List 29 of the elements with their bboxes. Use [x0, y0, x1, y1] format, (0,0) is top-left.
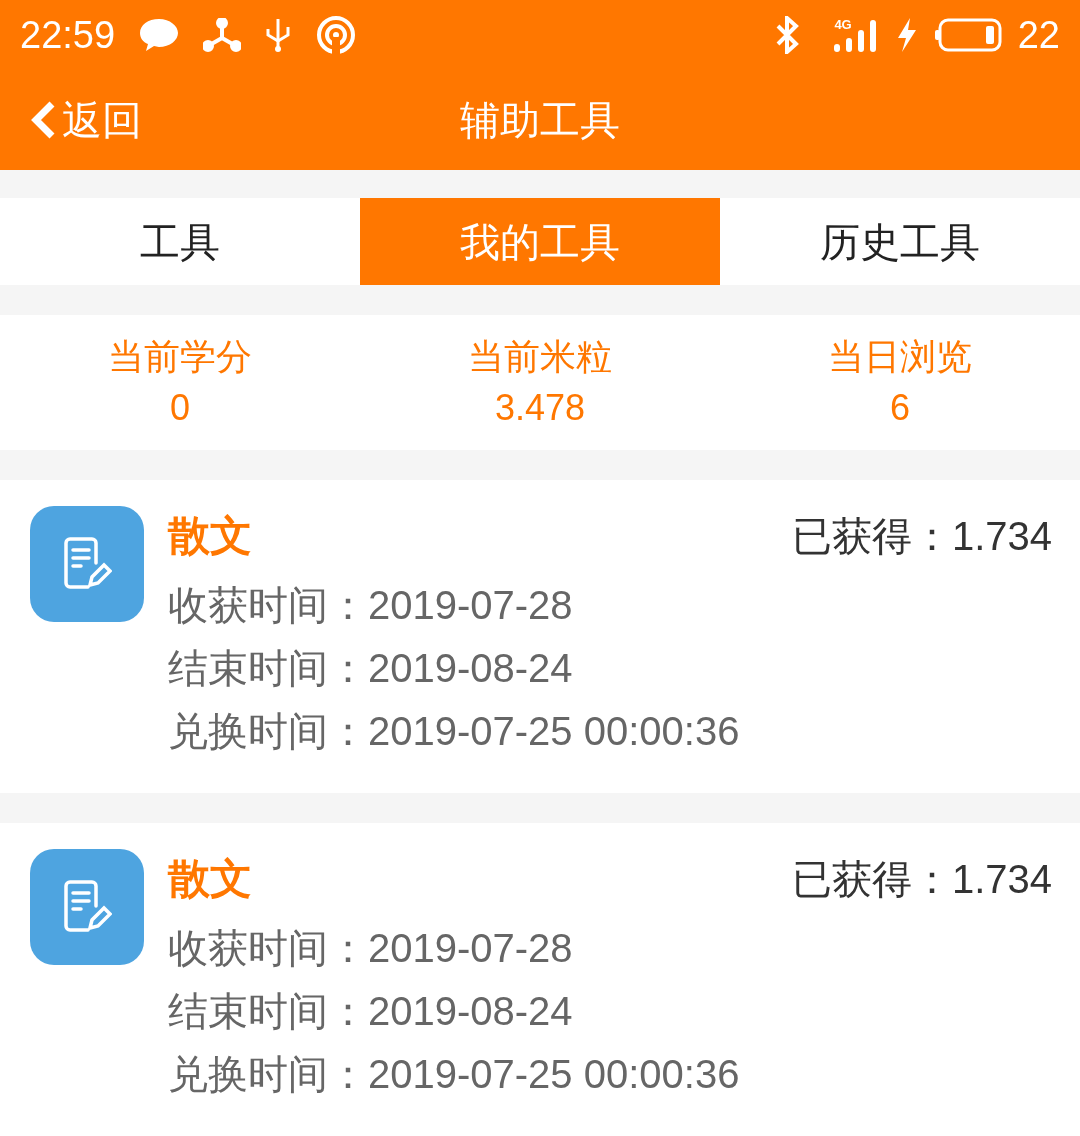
chat-icon — [139, 17, 180, 53]
record-detail: 收获时间：2019-07-28 — [168, 925, 574, 972]
record-detail: 结束时间：2019-08-24 — [168, 645, 574, 692]
network-icon — [203, 18, 242, 52]
status-time: 22:59 — [20, 12, 116, 58]
record-title: 散文 — [168, 510, 252, 561]
record-title: 散文 — [168, 853, 252, 904]
earned-amount: 已获得：1.734 — [791, 513, 1052, 560]
record-detail: 兑换时间：2019-07-25 00:00:36 — [168, 1051, 741, 1098]
record-detail: 结束时间：2019-08-24 — [168, 988, 574, 1035]
record-detail: 收获时间：2019-07-28 — [168, 582, 574, 629]
hotspot-icon — [315, 15, 358, 55]
stat-value: 3.478 — [494, 385, 586, 430]
stat-label: 当前学分 — [108, 335, 252, 380]
usb-icon — [265, 17, 292, 53]
earned-amount: 已获得：1.734 — [791, 856, 1052, 903]
record-detail: 兑换时间：2019-07-25 00:00:36 — [168, 708, 741, 755]
chevron-left-icon — [30, 100, 56, 140]
battery-icon — [933, 18, 1002, 52]
battery-level: 22 — [1017, 12, 1060, 58]
note-edit-icon — [30, 506, 144, 622]
network-type: 4G — [834, 18, 852, 31]
stat-label: 当日浏览 — [828, 335, 972, 380]
stat-value: 0 — [170, 385, 190, 430]
note-edit-icon — [30, 849, 144, 965]
page-title: 辅助工具 — [460, 97, 620, 144]
stat-label: 当前米粒 — [468, 335, 612, 380]
stat-value: 6 — [890, 385, 910, 430]
charging-icon — [895, 18, 918, 52]
